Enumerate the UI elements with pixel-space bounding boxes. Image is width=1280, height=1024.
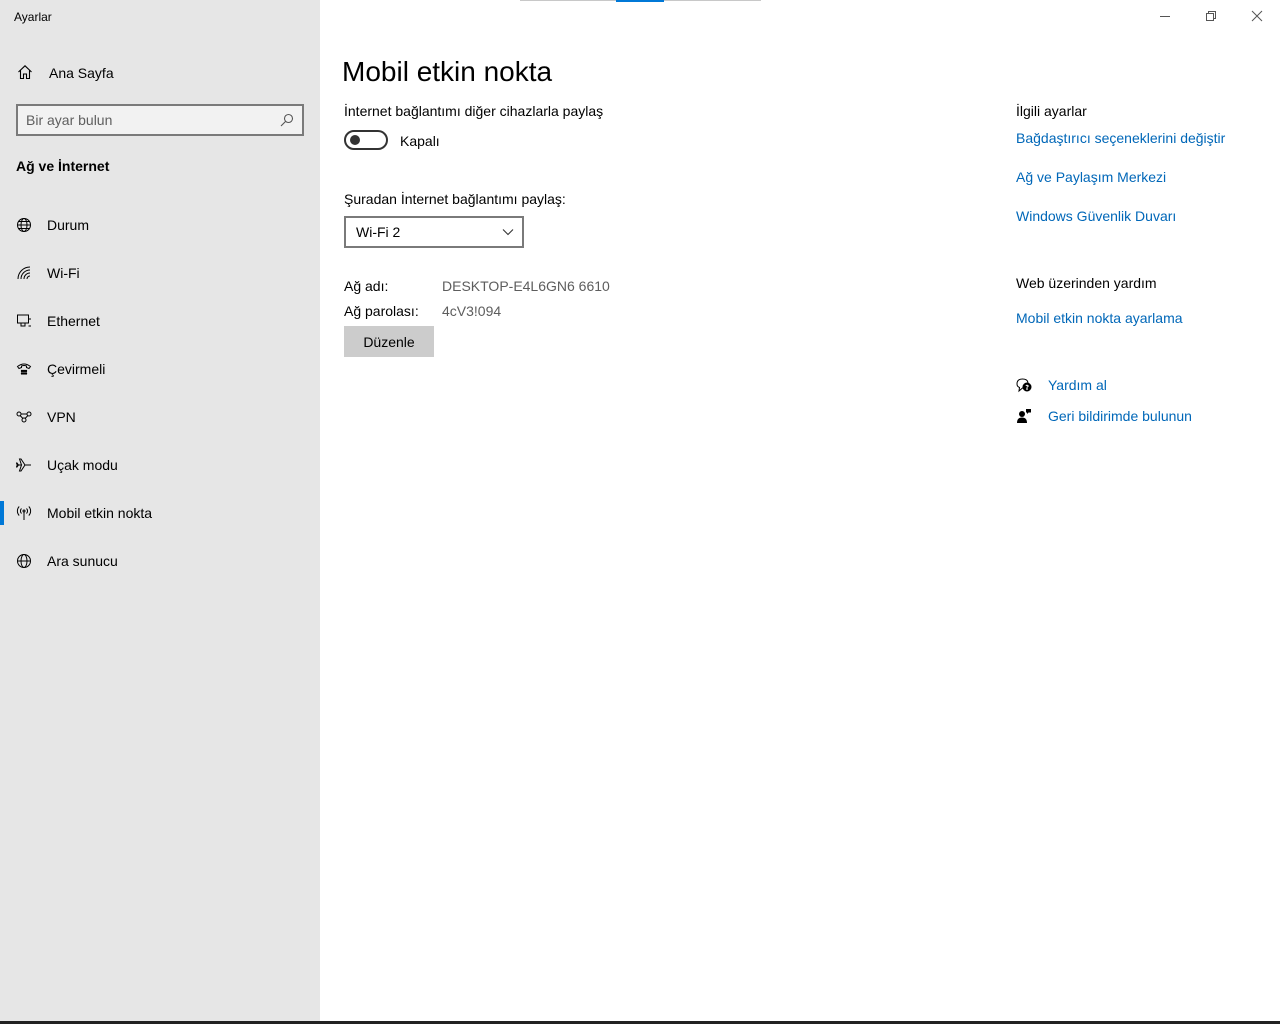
network-password-value: 4cV3!094 [442, 303, 502, 319]
hotspot-setup-help-link[interactable]: Mobil etkin nokta ayarlama [1016, 310, 1183, 326]
app-title: Ayarlar [14, 10, 52, 24]
get-help-label: Yardım al [1048, 377, 1107, 393]
sidebar-item-mobile-hotspot[interactable]: Mobil etkin nokta [0, 493, 320, 533]
sidebar-item-label: Wi-Fi [47, 265, 80, 281]
sidebar-item-airplane[interactable]: Uçak modu [0, 445, 320, 485]
page-title: Mobil etkin nokta [342, 56, 553, 87]
airplane-icon [16, 458, 31, 472]
sidebar-item-dialup[interactable]: Çevirmeli [0, 349, 320, 389]
sidebar-item-proxy[interactable]: Ara sunucu [0, 541, 320, 581]
give-feedback-link[interactable]: Geri bildirimde bulunun [1014, 405, 1254, 429]
adapter-options-link[interactable]: Bağdaştırıcı seçeneklerini değiştir [1016, 130, 1225, 146]
top-tab-indicator [520, 0, 761, 2]
sidebar-item-wifi[interactable]: Wi-Fi [0, 253, 320, 293]
share-from-dropdown[interactable]: Wi-Fi 2 [344, 216, 524, 248]
tab-indicator-active [616, 0, 664, 2]
tab-indicator-segment [520, 0, 616, 1]
sidebar-item-ethernet[interactable]: Ethernet [0, 301, 320, 341]
give-feedback-label: Geri bildirimde bulunun [1048, 408, 1192, 424]
chevron-down-icon [502, 229, 514, 236]
tab-indicator-segment [664, 0, 761, 1]
minimize-button[interactable] [1142, 0, 1188, 32]
globe-icon [17, 554, 31, 568]
search-box[interactable] [16, 104, 304, 136]
share-connection-label: İnternet bağlantımı diğer cihazlarla pay… [344, 103, 604, 119]
sidebar-item-vpn[interactable]: VPN [0, 397, 320, 437]
sidebar-item-label: VPN [47, 409, 76, 425]
vpn-icon [16, 411, 32, 423]
hotspot-toggle[interactable] [344, 130, 388, 150]
sidebar-item-label: Çevirmeli [47, 361, 106, 377]
home-icon [18, 65, 32, 80]
network-password-label: Ağ parolası: [344, 303, 419, 319]
dialup-icon [16, 363, 32, 375]
restore-button[interactable] [1188, 0, 1234, 32]
sidebar-item-status[interactable]: Durum [0, 205, 320, 245]
related-settings-title: İlgili ayarlar [1016, 103, 1087, 119]
sidebar-item-label: Uçak modu [47, 457, 118, 473]
network-name-value: DESKTOP-E4L6GN6 6610 [442, 278, 610, 294]
sidebar: Ayarlar Ana Sayfa Ağ ve İnternet Durum W… [0, 0, 320, 1024]
windows-firewall-link[interactable]: Windows Güvenlik Duvarı [1016, 208, 1176, 224]
search-input[interactable] [26, 110, 276, 130]
help-chat-icon [1016, 378, 1032, 393]
dropdown-value: Wi-Fi 2 [356, 224, 401, 240]
wifi-icon [17, 266, 31, 280]
toggle-state-label: Kapalı [400, 133, 440, 149]
network-name-label: Ağ adı: [344, 278, 389, 294]
hotspot-icon [16, 506, 32, 520]
web-help-title: Web üzerinden yardım [1016, 275, 1157, 291]
home-label: Ana Sayfa [49, 65, 114, 81]
share-from-label: Şuradan İnternet bağlantımı paylaş: [344, 191, 566, 207]
active-indicator [0, 501, 4, 525]
sidebar-item-label: Durum [47, 217, 90, 233]
network-sharing-center-link[interactable]: Ağ ve Paylaşım Merkezi [1016, 169, 1166, 185]
globe-status-icon [17, 218, 31, 232]
minimize-icon [1160, 16, 1170, 17]
edit-button[interactable]: Düzenle [344, 326, 434, 357]
sidebar-item-label: Mobil etkin nokta [47, 505, 153, 521]
feedback-icon [1017, 409, 1031, 423]
close-icon [1251, 10, 1263, 22]
close-button[interactable] [1234, 0, 1280, 32]
sidebar-item-label: Ethernet [47, 313, 100, 329]
get-help-link[interactable]: Yardım al [1014, 374, 1254, 398]
sidebar-item-label: Ara sunucu [47, 553, 118, 569]
section-title: Ağ ve İnternet [16, 158, 110, 174]
ethernet-icon [17, 314, 31, 327]
home-nav-item[interactable]: Ana Sayfa [0, 58, 320, 88]
toggle-knob [350, 135, 360, 145]
restore-icon [1206, 11, 1216, 21]
search-icon[interactable] [280, 113, 294, 127]
